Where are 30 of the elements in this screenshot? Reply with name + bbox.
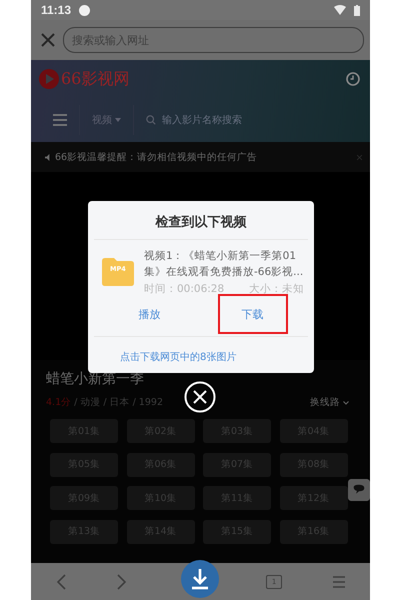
download-button[interactable]	[181, 560, 219, 598]
folder-icon	[102, 258, 134, 286]
play-logo-icon	[39, 69, 59, 89]
forward-icon[interactable]	[116, 574, 127, 590]
battery-icon	[354, 4, 360, 16]
action-button[interactable]: 播放	[114, 294, 184, 334]
menu-icon[interactable]	[53, 114, 67, 126]
caret-icon[interactable]	[343, 400, 349, 404]
highlighted-action-button[interactable]: 下载	[218, 294, 288, 334]
video-name: 视频1：《蜡笔小新第一季第01集》在线观看免费播放-66影视...	[144, 249, 304, 280]
switch-line-dropdown[interactable]: 换线路	[310, 396, 340, 409]
search-icon[interactable]	[146, 115, 156, 125]
caret-icon[interactable]	[115, 118, 121, 122]
notification-dot-icon	[79, 4, 90, 16]
back-icon[interactable]	[56, 574, 66, 590]
speaker-icon	[45, 154, 52, 160]
notice-text: 66影视温馨提醒：请勿相信视频中的任何广告	[55, 150, 258, 164]
floating-chat-button[interactable]	[348, 479, 370, 501]
rating-text: 4.1分	[46, 396, 72, 409]
video-size: 大小：未知	[249, 282, 304, 296]
wifi-icon	[334, 5, 346, 15]
dialog-title: 检查到以下视频	[94, 201, 308, 240]
site-search-field[interactable]: 输入影片名称搜索	[162, 113, 242, 127]
clock-icon[interactable]	[346, 72, 360, 86]
category-dropdown[interactable]: 视频	[92, 113, 112, 127]
site-logo[interactable]: 66影视网	[61, 68, 130, 90]
status-time: 11:13	[41, 3, 72, 17]
video-duration: 时间：00:06:28	[144, 282, 224, 296]
menu-icon[interactable]	[332, 576, 345, 588]
download-images-link[interactable]: 点击下载网页中的8张图片	[120, 352, 236, 363]
